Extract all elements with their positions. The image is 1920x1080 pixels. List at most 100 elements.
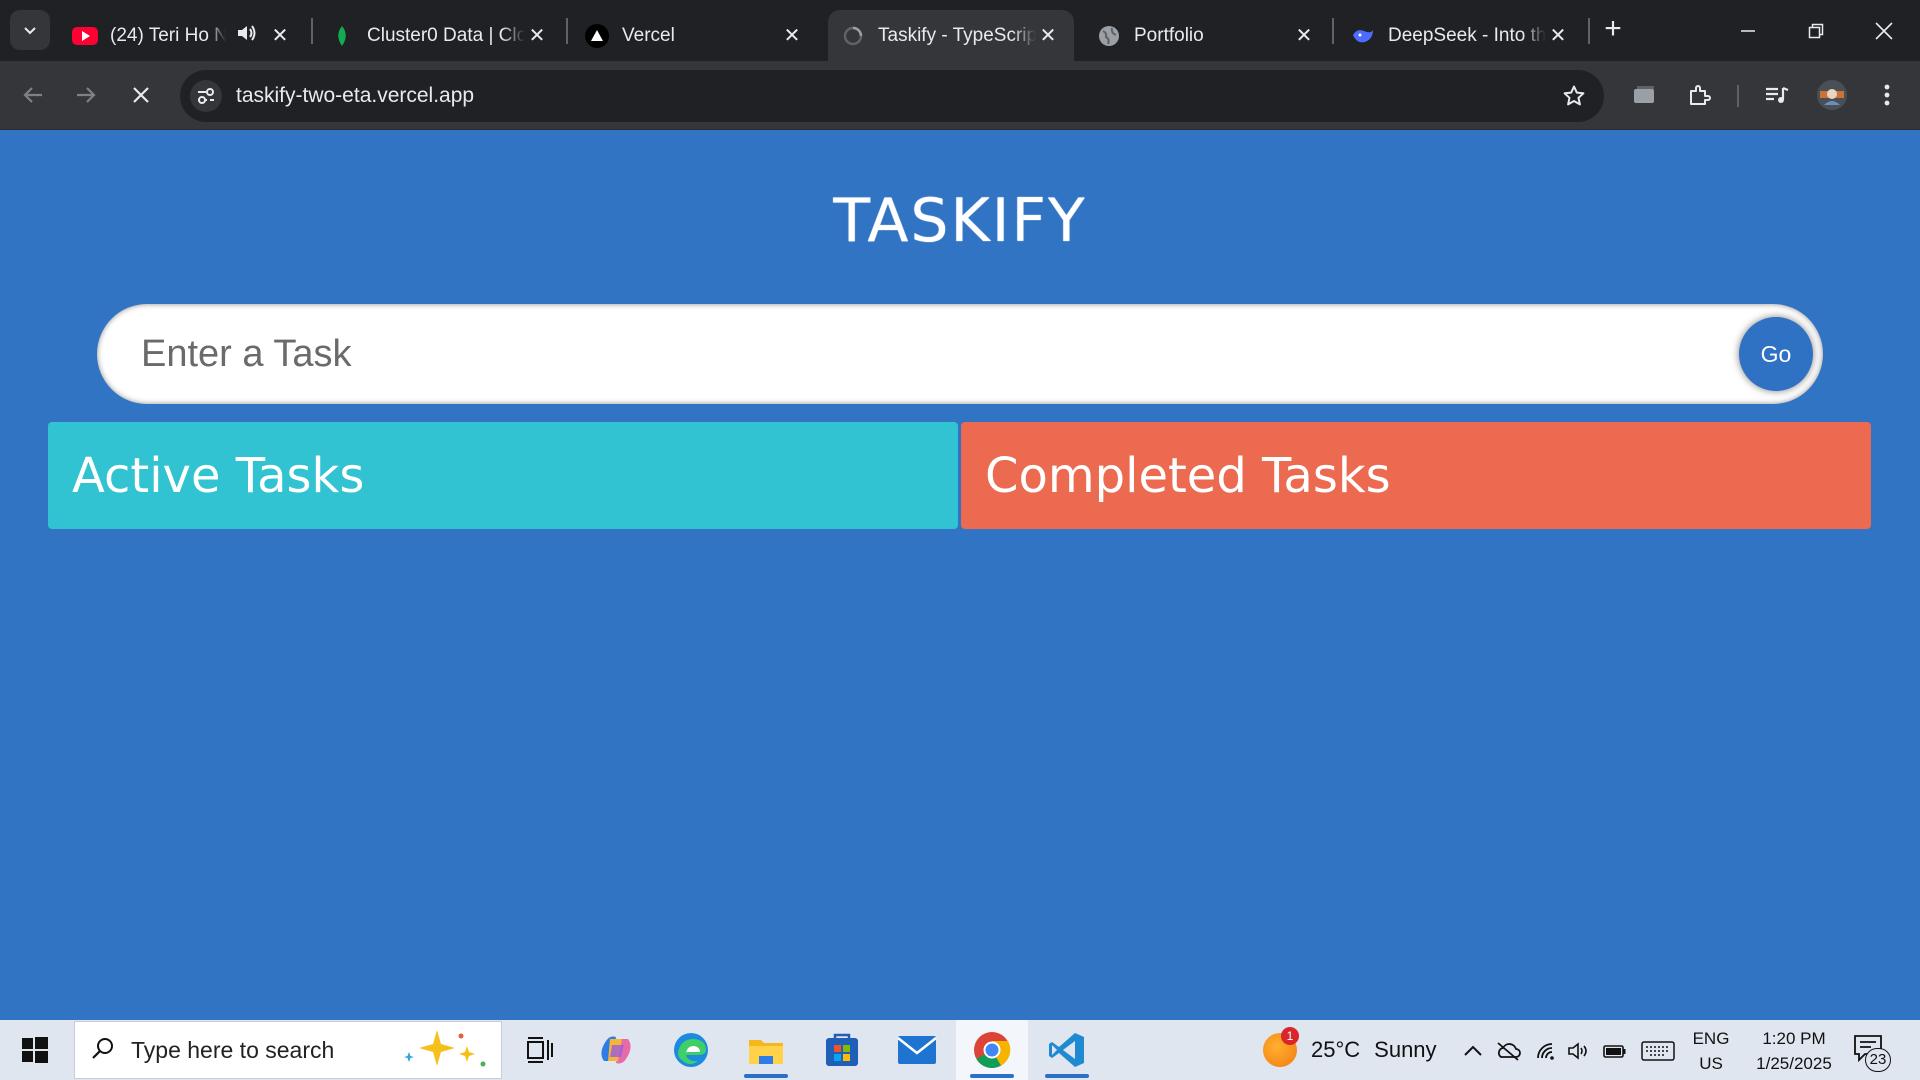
taskify-page: TASKIFY Go Active Tasks Completed Tasks xyxy=(0,131,1920,1020)
system-clock[interactable]: 1:20 PM 1/25/2025 xyxy=(1742,1026,1846,1076)
toolbar-divider xyxy=(1737,85,1739,107)
task-input-form: Go xyxy=(97,304,1823,404)
new-tab-button[interactable]: + xyxy=(1598,14,1628,44)
folder-icon xyxy=(749,1040,783,1064)
go-button[interactable]: Go xyxy=(1739,317,1813,391)
task-view-icon xyxy=(527,1037,553,1063)
weather-alert-badge: 1 xyxy=(1281,1027,1299,1045)
tab-groups-icon[interactable] xyxy=(1624,75,1664,115)
close-icon xyxy=(1875,21,1893,40)
deepseek-whale-icon xyxy=(1350,23,1376,49)
url-text: taskify-two-eta.vercel.app xyxy=(236,84,475,107)
clock-date: 1/25/2025 xyxy=(1756,1054,1832,1073)
volume-icon[interactable] xyxy=(1566,1038,1592,1064)
edge-app-button[interactable] xyxy=(655,1020,727,1080)
tab-label: Taskify - TypeScript xyxy=(878,24,1036,46)
browser-tab-bar: (24) Teri Ho Na ✕ Cluster0 Data | Clo ✕ … xyxy=(0,0,1920,61)
profile-avatar[interactable] xyxy=(1812,75,1852,115)
keyboard-region: US xyxy=(1699,1054,1723,1073)
media-controls-icon[interactable] xyxy=(1757,75,1797,115)
file-explorer-app-button[interactable] xyxy=(730,1020,802,1080)
wifi-icon[interactable] xyxy=(1534,1038,1560,1064)
start-button[interactable] xyxy=(0,1020,70,1080)
mongodb-leaf-icon xyxy=(329,23,355,49)
tab-search-button[interactable] xyxy=(10,10,50,50)
arrow-left-icon xyxy=(23,87,42,103)
language-code: ENG xyxy=(1692,1029,1730,1048)
clock-time: 1:20 PM xyxy=(1762,1029,1826,1048)
tab-label: Portfolio xyxy=(1134,24,1204,46)
app-title: TASKIFY xyxy=(833,186,1087,256)
tab-divider xyxy=(311,18,313,44)
tab-label: Vercel xyxy=(622,24,675,46)
vscode-icon xyxy=(1049,1033,1084,1067)
vercel-triangle-icon xyxy=(584,23,610,49)
youtube-icon xyxy=(72,23,98,49)
minimize-icon xyxy=(1741,29,1755,32)
tab-label: DeepSeek - Into th xyxy=(1388,24,1546,46)
chrome-app-button[interactable] xyxy=(956,1020,1028,1080)
restore-button[interactable] xyxy=(1782,0,1850,61)
close-window-button[interactable] xyxy=(1850,0,1918,61)
weather-widget[interactable]: 1 25°C Sunny xyxy=(1263,1020,1437,1080)
bookmark-star-icon[interactable] xyxy=(1554,76,1594,116)
touch-keyboard-icon[interactable] xyxy=(1640,1038,1676,1064)
tab-portfolio[interactable]: Portfolio ✕ xyxy=(1084,10,1330,61)
vscode-app-button[interactable] xyxy=(1031,1020,1103,1080)
show-hidden-icons-chevron-icon[interactable] xyxy=(1460,1038,1486,1064)
tab-label: Cluster0 Data | Clo xyxy=(367,24,525,46)
close-tab-icon[interactable]: ✕ xyxy=(268,24,292,48)
search-icon xyxy=(91,1036,115,1065)
browser-toolbar: taskify-two-eta.vercel.app xyxy=(0,61,1920,130)
close-tab-icon[interactable]: ✕ xyxy=(780,24,804,48)
onedrive-offline-icon[interactable] xyxy=(1495,1038,1521,1064)
task-input[interactable] xyxy=(141,332,1661,376)
store-app-button[interactable] xyxy=(806,1020,878,1080)
tab-divider xyxy=(1588,18,1590,44)
close-tab-icon[interactable]: ✕ xyxy=(525,24,549,48)
close-tab-icon[interactable]: ✕ xyxy=(1546,24,1570,48)
windows-logo-icon xyxy=(22,1037,48,1063)
tab-label: (24) Teri Ho Na xyxy=(110,24,226,46)
close-tab-icon[interactable]: ✕ xyxy=(1036,24,1060,48)
edge-icon xyxy=(674,1033,708,1067)
active-tasks-panel: Active Tasks xyxy=(48,422,958,529)
copilot-icon xyxy=(601,1036,631,1064)
address-bar[interactable]: taskify-two-eta.vercel.app xyxy=(180,70,1604,122)
completed-tasks-panel: Completed Tasks xyxy=(961,422,1871,529)
taskbar-search-box[interactable]: Type here to search xyxy=(74,1021,502,1079)
restore-icon xyxy=(1808,23,1824,38)
copilot-sparkle-icon xyxy=(397,1026,487,1075)
tab-mongodb[interactable]: Cluster0 Data | Clo ✕ xyxy=(317,10,563,61)
forward-button[interactable] xyxy=(66,75,106,115)
task-view-button[interactable] xyxy=(504,1020,576,1080)
stop-loading-button[interactable] xyxy=(121,75,161,115)
input-language[interactable]: ENG US xyxy=(1688,1026,1734,1076)
speaker-icon[interactable] xyxy=(236,23,258,49)
close-icon xyxy=(133,87,149,103)
browser-menu-icon[interactable] xyxy=(1867,75,1907,115)
arrow-right-icon xyxy=(77,87,96,103)
completed-tasks-heading: Completed Tasks xyxy=(985,448,1391,504)
globe-icon xyxy=(1096,23,1122,49)
tab-deepseek[interactable]: DeepSeek - Into th ✕ xyxy=(1338,10,1584,61)
minimize-button[interactable] xyxy=(1714,0,1782,61)
notification-count: 23 xyxy=(1865,1048,1891,1072)
loading-spinner-icon xyxy=(840,23,866,49)
microsoft-store-icon xyxy=(826,1033,858,1066)
back-button[interactable] xyxy=(13,75,53,115)
tab-youtube[interactable]: (24) Teri Ho Na ✕ xyxy=(60,10,306,61)
site-settings-icon[interactable] xyxy=(190,80,222,112)
tab-divider xyxy=(566,18,568,44)
extensions-puzzle-icon[interactable] xyxy=(1679,75,1719,115)
copilot-app-button[interactable] xyxy=(580,1020,652,1080)
battery-icon[interactable] xyxy=(1602,1038,1628,1064)
search-placeholder: Type here to search xyxy=(131,1036,335,1063)
mail-icon xyxy=(897,1036,937,1064)
tab-vercel[interactable]: Vercel ✕ xyxy=(572,10,818,61)
notification-center-button[interactable]: 23 xyxy=(1853,1034,1891,1072)
tab-taskify[interactable]: Taskify - TypeScript ✕ xyxy=(828,10,1074,61)
close-tab-icon[interactable]: ✕ xyxy=(1292,24,1316,48)
chrome-icon xyxy=(974,1032,1011,1069)
mail-app-button[interactable] xyxy=(881,1020,953,1080)
